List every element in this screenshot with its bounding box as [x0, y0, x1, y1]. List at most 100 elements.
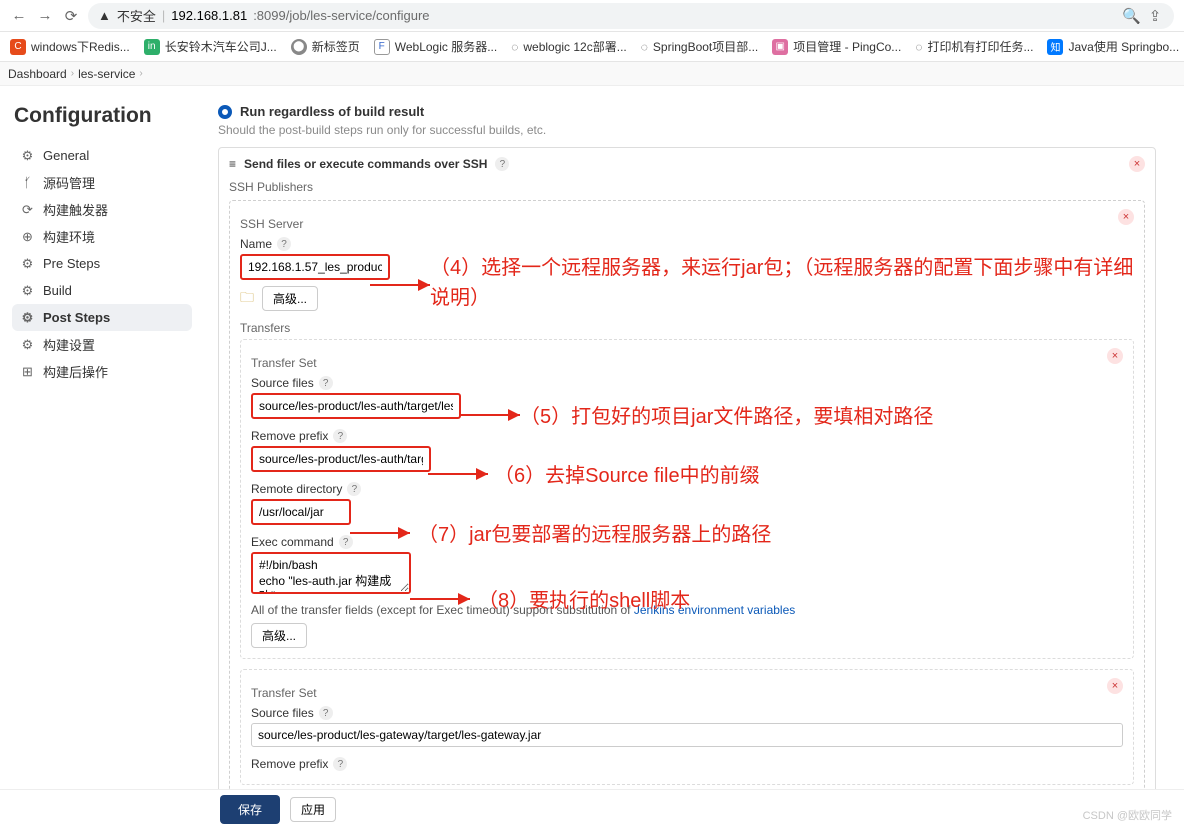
- sidebar-item[interactable]: ⊞ 构建后操作: [12, 358, 192, 385]
- sidebar-item-label: Pre Steps: [43, 256, 100, 271]
- breadcrumb-dashboard[interactable]: Dashboard: [8, 67, 67, 81]
- bookmark-icon: ◌: [915, 40, 922, 54]
- bookmark-label: weblogic 12c部署...: [523, 38, 626, 55]
- help-icon[interactable]: ?: [319, 706, 333, 720]
- help-icon[interactable]: ?: [333, 757, 347, 771]
- drag-handle-icon[interactable]: ≡: [229, 157, 236, 171]
- bookmark-item[interactable]: ⬤ 新标签页: [291, 38, 360, 55]
- source-files-input[interactable]: [251, 393, 461, 419]
- exec-command-label: Exec command: [251, 535, 334, 549]
- exec-command-textarea[interactable]: [251, 552, 411, 594]
- bookmarks-bar: Cwindows下Redis... in长安铃木汽车公司J... ⬤ 新标签页 F Web…: [0, 32, 1184, 62]
- sidebar-item-icon: ⚙: [20, 310, 35, 326]
- share-icon[interactable]: ⇪: [1146, 7, 1164, 25]
- ssh-server-label: SSH Server: [240, 217, 1118, 231]
- advanced-button[interactable]: 高级...: [251, 623, 307, 648]
- bookmark-item[interactable]: F WebLogic 服务器...: [374, 38, 497, 55]
- bookmark-item[interactable]: in长安铃木汽车公司J...: [144, 38, 277, 55]
- bookmark-label: 项目管理 - PingCo...: [793, 38, 901, 55]
- sidebar-item-label: Post Steps: [43, 310, 110, 325]
- bookmark-item[interactable]: ◌ SpringBoot项目部...: [641, 38, 759, 55]
- reload-icon[interactable]: ⟳: [62, 7, 80, 25]
- sidebar-item[interactable]: ⊕构建环境: [12, 223, 192, 250]
- bookmark-label: Java使用 Springbo...: [1068, 38, 1179, 55]
- sidebar-item[interactable]: ⚙ Post Steps: [12, 304, 192, 331]
- option-run-regardless[interactable]: Run regardless of build result: [240, 104, 424, 119]
- sidebar-item[interactable]: ᚶ源码管理: [12, 169, 192, 196]
- sidebar-item-label: 构建后操作: [43, 362, 108, 381]
- sidebar-item[interactable]: ⚙ Build: [12, 277, 192, 304]
- bookmark-icon: ▣: [772, 39, 788, 55]
- address-bar[interactable]: ▲ 不安全 | 192.168.1.81:8099/job/les-servic…: [88, 3, 1174, 29]
- main-panel: Run regardless of build result Should th…: [200, 86, 1184, 827]
- sidebar-item-icon: ᚶ: [20, 175, 35, 190]
- source-files-label: Source files: [251, 706, 314, 720]
- browser-toolbar: ← → ⟳ ▲ 不安全 | 192.168.1.81:8099/job/les-…: [0, 0, 1184, 32]
- url-host: 192.168.1.81: [171, 8, 247, 23]
- search-icon[interactable]: 🔍: [1122, 7, 1140, 25]
- sidebar-item-icon: ⟳: [20, 202, 35, 218]
- transfers-label: Transfers: [240, 321, 1134, 335]
- forward-icon[interactable]: →: [36, 7, 54, 24]
- bookmark-label: 新标签页: [312, 38, 360, 55]
- close-icon[interactable]: ×: [1118, 209, 1134, 225]
- close-icon[interactable]: ×: [1107, 348, 1123, 364]
- env-note: All of the transfer fields (except for E…: [251, 603, 1123, 617]
- bookmark-label: SpringBoot项目部...: [653, 38, 758, 55]
- footer: 保存 应用: [0, 789, 1184, 829]
- close-icon[interactable]: ×: [1107, 678, 1123, 694]
- back-icon[interactable]: ←: [10, 7, 28, 24]
- sidebar-item-label: Build: [43, 283, 72, 298]
- help-icon[interactable]: ?: [339, 535, 353, 549]
- security-label: 不安全: [117, 6, 156, 25]
- url-path: :8099/job/les-service/configure: [253, 8, 429, 23]
- help-icon[interactable]: ?: [277, 237, 291, 251]
- breadcrumb-job[interactable]: les-service: [78, 67, 135, 81]
- sidebar-item-label: 构建触发器: [43, 200, 108, 219]
- sidebar-item-icon: ⚙: [20, 283, 35, 299]
- transfer-set-label: Transfer Set: [251, 356, 1107, 370]
- env-variables-link[interactable]: Jenkins environment variables: [634, 603, 795, 617]
- bookmark-icon: F: [374, 39, 390, 55]
- help-icon[interactable]: ?: [319, 376, 333, 390]
- bookmark-item[interactable]: ▣ 项目管理 - PingCo...: [772, 38, 901, 55]
- radio-selected[interactable]: [218, 105, 232, 119]
- bookmark-item[interactable]: ◌weblogic 12c部署...: [511, 38, 627, 55]
- help-icon[interactable]: ?: [347, 482, 361, 496]
- help-icon[interactable]: ?: [495, 157, 509, 171]
- help-icon[interactable]: ?: [333, 429, 347, 443]
- remote-directory-input[interactable]: [251, 499, 351, 525]
- save-button[interactable]: 保存: [220, 795, 280, 824]
- remove-prefix-label: Remove prefix: [251, 429, 328, 443]
- bookmark-icon: ⬤: [291, 39, 307, 55]
- sidebar-item[interactable]: ⚙General: [12, 142, 192, 169]
- close-icon[interactable]: ×: [1129, 156, 1145, 172]
- breadcrumb-sep: ›: [139, 68, 142, 79]
- sidebar: Configuration ⚙Generalᚶ源码管理⟳构建触发器⊕构建环境⚙P…: [0, 86, 200, 827]
- sidebar-item-icon: ⊞: [20, 364, 35, 380]
- sidebar-item-label: General: [43, 148, 89, 163]
- watermark: CSDN @欧欧同学: [1083, 807, 1172, 823]
- bookmark-icon: ◌: [641, 40, 648, 54]
- remove-prefix-input[interactable]: [251, 446, 431, 472]
- sidebar-item-label: 构建环境: [43, 227, 95, 246]
- bookmark-icon: in: [144, 39, 160, 55]
- bookmark-label: 打印机有打印任务...: [927, 38, 1033, 55]
- transfer-set: Transfer Set Source files ? × Remove pre…: [240, 339, 1134, 659]
- source-files-input[interactable]: [251, 723, 1123, 747]
- sidebar-item[interactable]: ⚙构建设置: [12, 331, 192, 358]
- bookmark-label: WebLogic 服务器...: [395, 38, 497, 55]
- option-desc: Should the post-build steps run only for…: [218, 123, 1156, 137]
- advanced-button[interactable]: 高级...: [262, 286, 318, 311]
- bookmark-item[interactable]: Cwindows下Redis...: [10, 38, 130, 55]
- sidebar-item[interactable]: ⚙Pre Steps: [12, 250, 192, 277]
- ssh-publishers-label: SSH Publishers: [229, 180, 1145, 194]
- sidebar-item[interactable]: ⟳ 构建触发器: [12, 196, 192, 223]
- ssh-name-input[interactable]: [240, 254, 390, 280]
- apply-button[interactable]: 应用: [290, 797, 336, 822]
- breadcrumb-sep: ›: [71, 68, 74, 79]
- sidebar-item-icon: ⚙: [20, 337, 35, 353]
- bookmark-item[interactable]: ◌ 打印机有打印任务...: [915, 38, 1033, 55]
- page-title: Configuration: [14, 104, 192, 128]
- bookmark-item[interactable]: 知Java使用 Springbo...: [1047, 38, 1179, 55]
